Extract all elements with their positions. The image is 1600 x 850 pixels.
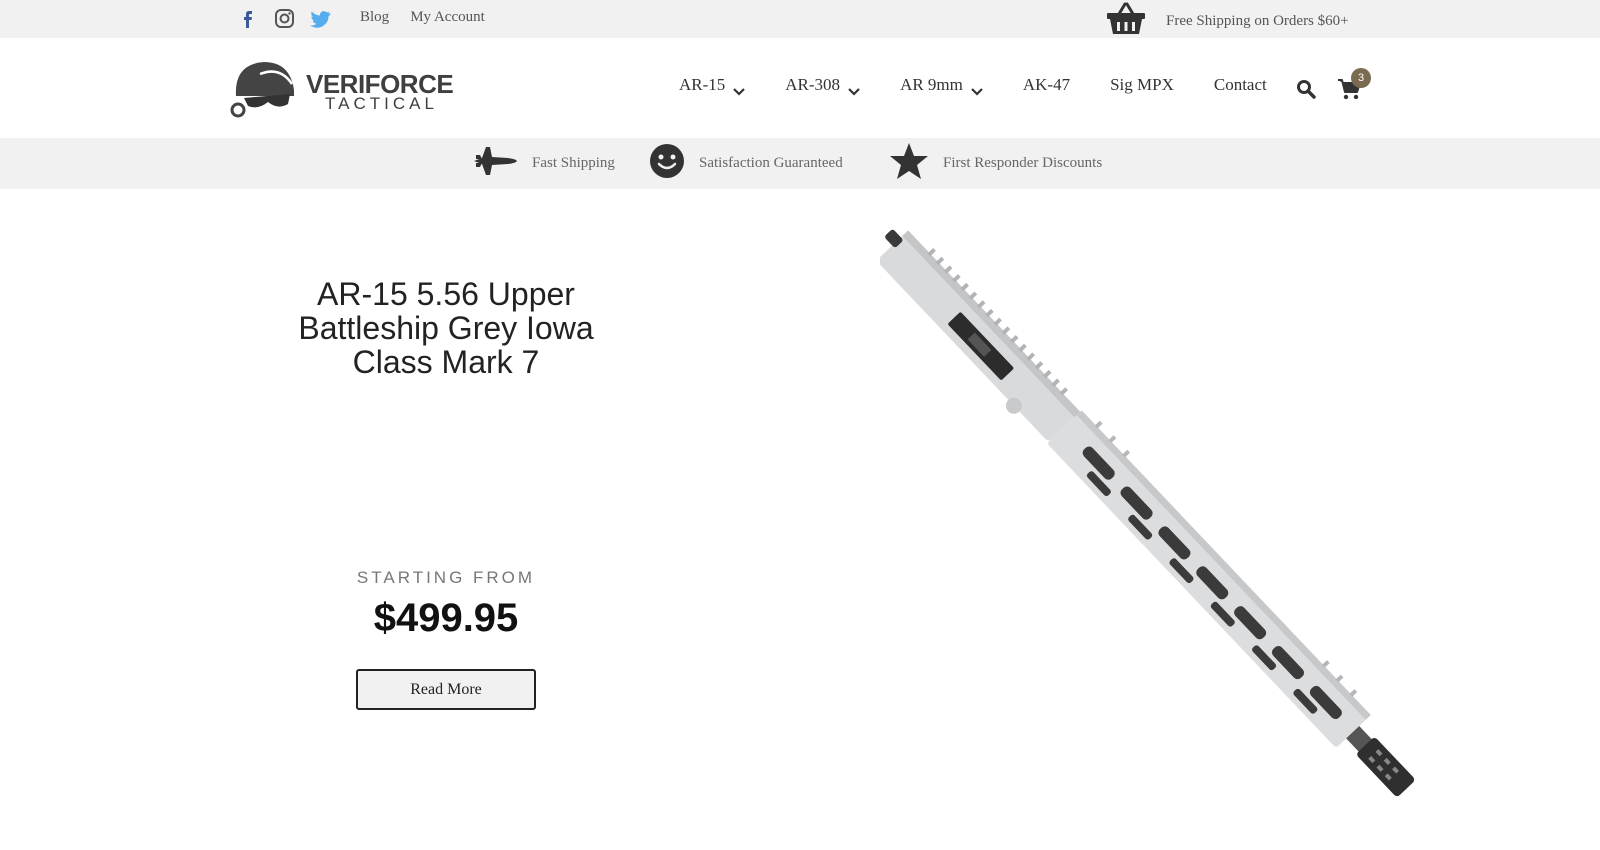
cart-count-badge: 3 [1351,68,1371,88]
top-links: Blog My Account [360,9,485,26]
nav-item-label: AR-308 [785,75,841,94]
nav-item-ar308[interactable]: AR-308 [785,75,860,96]
feature-label: Fast Shipping [532,155,615,171]
product-title-line: Battleship Grey Iowa [298,310,594,346]
product-title: AR-15 5.56 Upper Battleship Grey Iowa Cl… [250,277,642,379]
nav-item-label: AR-15 [679,75,726,94]
logo-wordmark-secondary: TACTICAL [325,94,438,113]
nav-item-ak47[interactable]: AK-47 [1023,75,1070,95]
nav-item-sig-mpx[interactable]: Sig MPX [1110,75,1174,95]
starting-from-label: STARTING FROM [356,568,536,587]
star-icon [889,142,929,185]
jet-icon [472,145,518,182]
chevron-down-icon [848,81,860,96]
blog-link[interactable]: Blog [360,9,389,26]
nav-item-label: AR 9mm [900,75,963,94]
shipping-text: Free Shipping on Orders $60+ [1166,13,1349,29]
feature-fast-shipping: Fast Shipping [472,138,615,189]
search-icon[interactable] [1296,79,1316,99]
my-account-link[interactable]: My Account [410,9,485,26]
features-bar: Fast Shipping Satisfaction Guaranteed Fi… [0,138,1600,189]
instagram-icon[interactable] [273,9,295,29]
product-image [880,229,1415,797]
chevron-down-icon [971,81,983,96]
nav-item-ar9mm[interactable]: AR 9mm [900,75,983,96]
feature-label: Satisfaction Guaranteed [699,155,843,171]
social-links [237,9,331,29]
read-more-button[interactable]: Read More [356,669,536,710]
product-title-line: Class Mark 7 [352,344,540,380]
facebook-icon[interactable] [237,9,259,29]
nav-item-label: Contact [1213,75,1267,94]
product-title-line: AR-15 5.56 Upper [317,276,575,312]
feature-first-responder: First Responder Discounts [889,138,1102,189]
nav-item-contact[interactable]: Contact [1214,75,1267,95]
nav-item-ar15[interactable]: AR-15 [679,75,746,96]
basket-icon [1106,2,1146,41]
site-logo[interactable]: VERIFORCE TACTICAL [230,58,470,122]
product-price: $499.95 [373,596,519,640]
chevron-down-icon [733,81,746,96]
nav-item-label: Sig MPX [1110,75,1174,94]
feature-satisfaction: Satisfaction Guaranteed [649,138,843,189]
helmet-logo-icon [230,62,294,118]
shipping-promo: Free Shipping on Orders $60+ [1106,2,1349,41]
twitter-icon[interactable] [309,9,331,29]
site-header: VERIFORCE TACTICAL AR-15 AR-308 AR 9mm A… [0,38,1600,138]
main-nav: AR-15 AR-308 AR 9mm AK-47 Sig MPX Contac… [679,75,1307,96]
top-bar: Blog My Account Free Shipping on Orders … [0,0,1600,38]
nav-item-label: AK-47 [1022,75,1071,94]
feature-label: First Responder Discounts [943,155,1103,171]
smiley-icon [649,143,685,184]
